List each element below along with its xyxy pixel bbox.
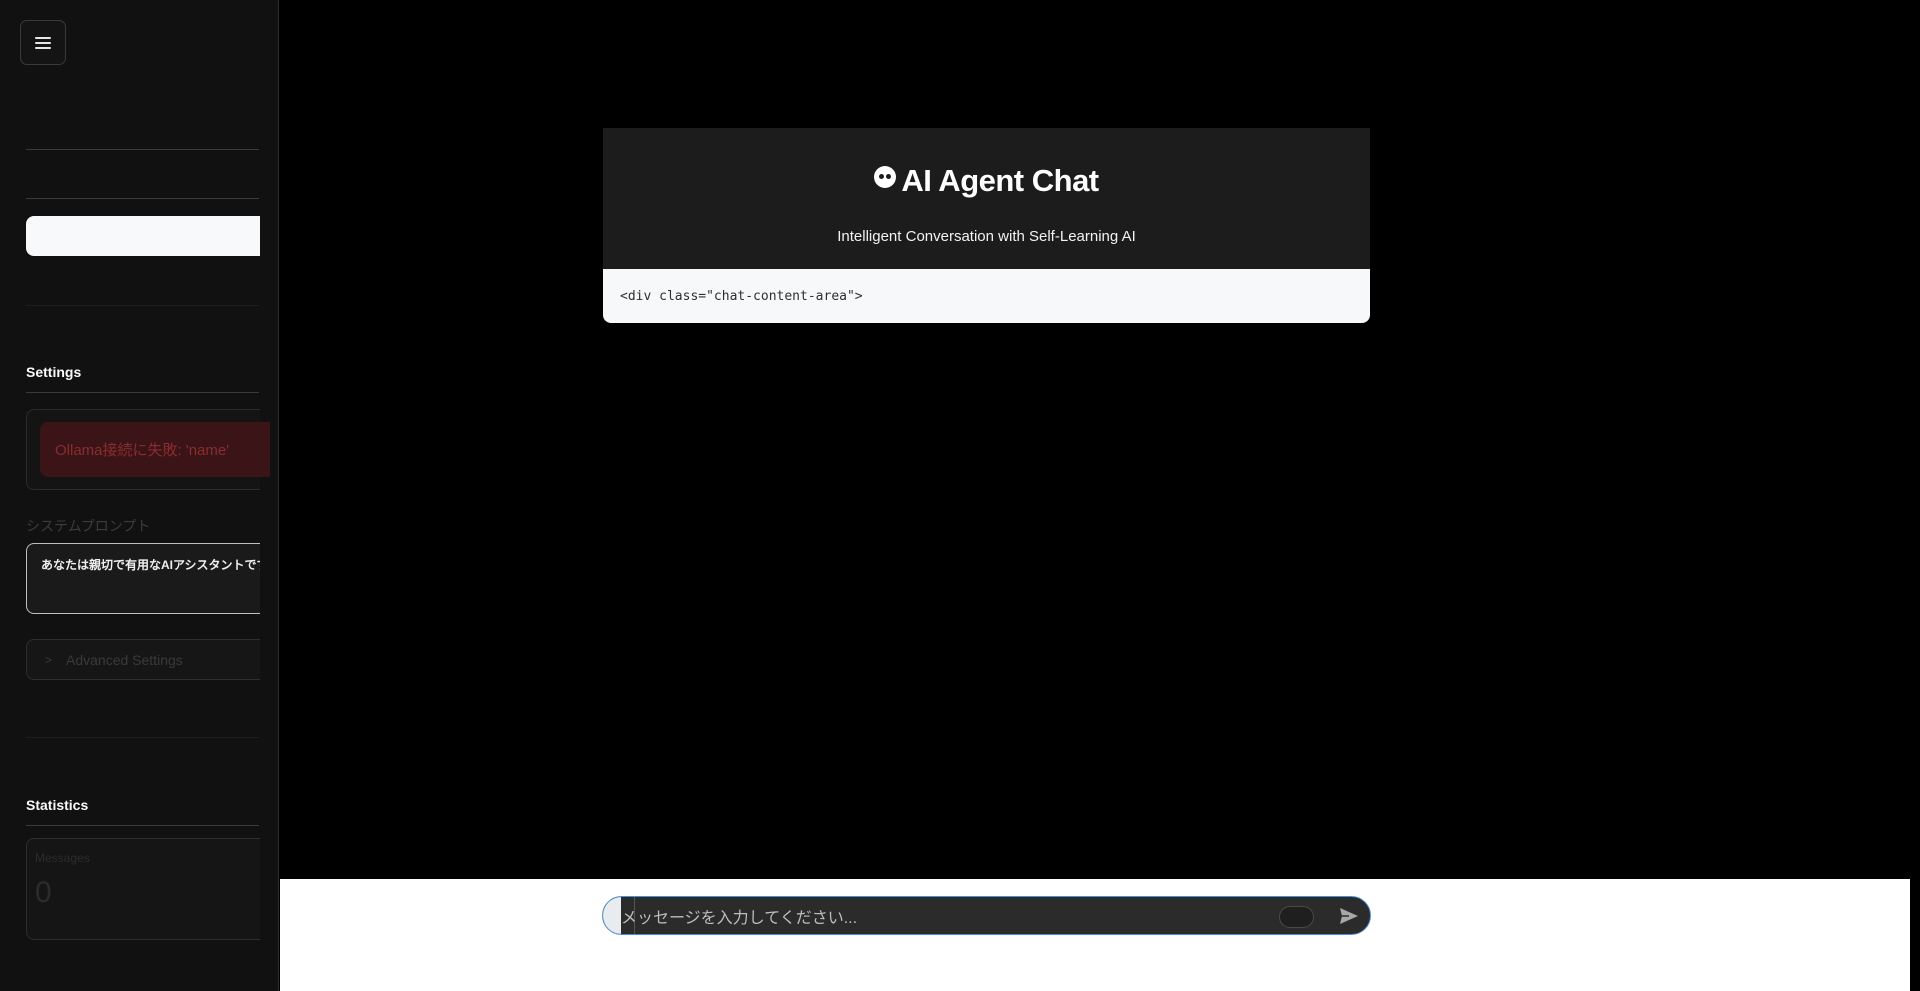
statistics-divider <box>26 825 259 826</box>
ollama-error-alert: Ollama接続に失敗: 'name' <box>40 422 270 477</box>
system-prompt-textarea[interactable]: あなたは親切で有用なAIアシスタントです <box>26 543 260 614</box>
advanced-settings-expander[interactable]: > Advanced Settings <box>26 639 260 680</box>
sidebar: Settings Ollama接続に失敗: 'name' システムプロンプト あ… <box>0 0 279 991</box>
sidebar-menu-button[interactable] <box>20 20 66 65</box>
send-arrow-icon <box>1340 908 1358 924</box>
chat-message-input[interactable]: メッセージを入力してください... <box>621 897 1284 934</box>
connection-status-card: Ollama接続に失敗: 'name' <box>26 409 270 490</box>
settings-heading: Settings <box>26 364 82 380</box>
sidebar-divider <box>26 305 259 306</box>
code-snippet: <div class="chat-content-area"> <box>603 269 1370 323</box>
advanced-settings-label: Advanced Settings <box>66 651 183 668</box>
voice-toggle[interactable] <box>1279 906 1314 928</box>
page-subtitle: Intelligent Conversation with Self-Learn… <box>837 228 1136 245</box>
messages-metric-value: 0 <box>35 876 52 909</box>
chat-input-container: メッセージを入力してください... <box>602 896 1371 935</box>
system-prompt-label: システムプロンプト <box>26 518 151 534</box>
sidebar-divider <box>26 149 259 150</box>
messages-metric-card: Messages 0 <box>26 838 260 940</box>
page-title-text: AI Agent Chat <box>901 163 1099 198</box>
page-title: AI Agent Chat <box>603 163 1370 199</box>
app-header: AI Agent Chat Intelligent Conversation w… <box>603 128 1370 269</box>
chat-input-left-cap <box>603 897 621 934</box>
chat-input-placeholder: メッセージを入力してください... <box>621 909 858 927</box>
sidebar-input[interactable] <box>26 216 260 256</box>
sidebar-divider <box>26 737 259 738</box>
settings-divider <box>26 392 259 393</box>
send-button[interactable] <box>1337 904 1361 928</box>
messages-metric-label: Messages <box>35 851 90 865</box>
statistics-heading: Statistics <box>26 797 89 813</box>
robot-face-icon <box>874 166 897 188</box>
sidebar-divider <box>26 198 259 199</box>
chevron-right-icon: > <box>45 652 53 667</box>
hamburger-menu-icon <box>35 36 51 49</box>
